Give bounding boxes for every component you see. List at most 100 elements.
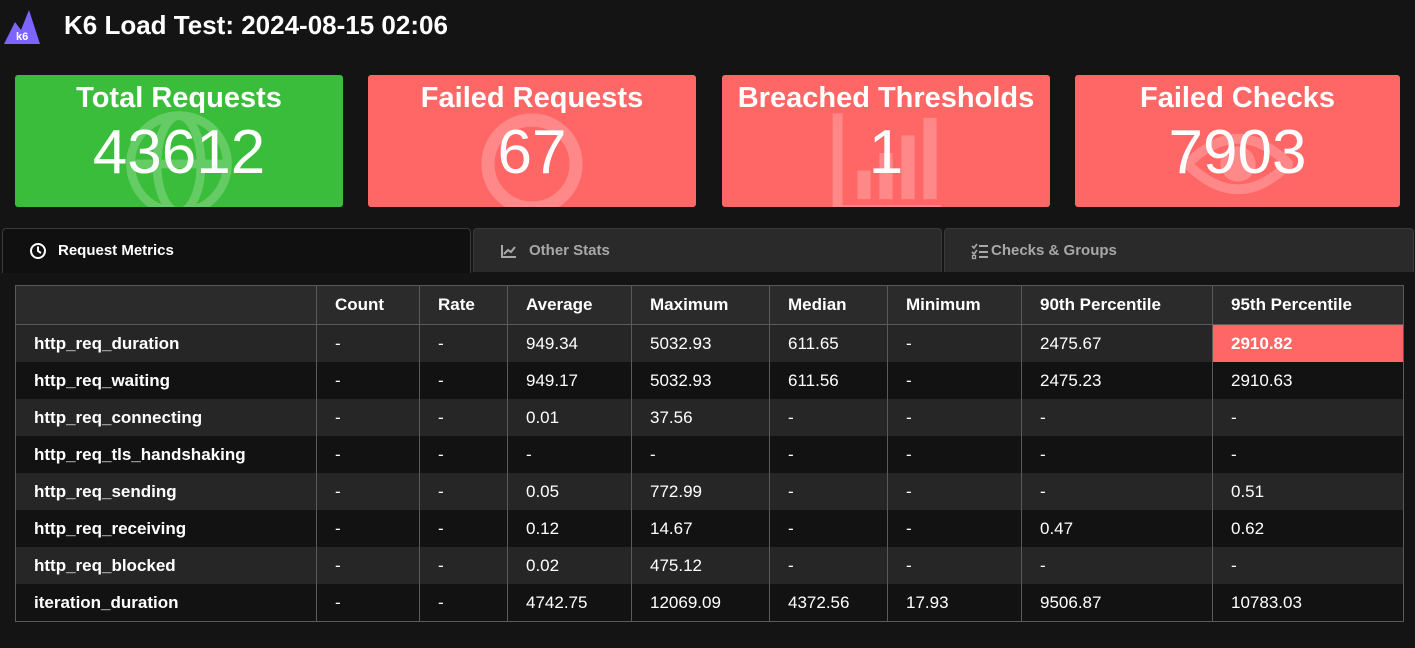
metric-value-cell: - (419, 399, 508, 436)
tab-other-stats[interactable]: Other Stats (473, 228, 942, 272)
metric-value-cell: 611.65 (769, 324, 888, 362)
card-label: Failed Checks (1139, 82, 1336, 114)
page-header: k6 K6 Load Test: 2024-08-15 02:06 (0, 0, 1415, 50)
summary-cards: Total Requests 43612 Failed Requests 67 … (15, 75, 1400, 207)
table-row: http_req_tls_handshaking - - - - - - - - (15, 436, 1404, 473)
failed-checks-card: Failed Checks 7903 (1075, 75, 1400, 207)
column-header: Rate (419, 285, 508, 325)
breached-thresholds-card: Breached Thresholds 1 (722, 75, 1050, 207)
metric-value-cell: - (1021, 547, 1213, 584)
metric-name-cell: http_req_connecting (15, 399, 317, 436)
total-requests-card: Total Requests 43612 (15, 75, 343, 207)
line-chart-icon (501, 245, 516, 258)
metric-value-cell: - (1021, 399, 1213, 436)
tab-request-metrics[interactable]: Request Metrics (2, 228, 471, 273)
table-header-row: Count Rate Average Maximum Median Minimu… (15, 285, 1404, 325)
metric-value-cell: 2910.63 (1212, 362, 1404, 399)
tab-checks-groups[interactable]: Checks & Groups (944, 228, 1414, 272)
k6-logo-icon: k6 (4, 10, 40, 44)
table-row: http_req_duration - -949.34 5032.93 611.65-2… (15, 324, 1404, 362)
table-row: iteration_duration - -4742.75 12069.09 4372.… (15, 584, 1404, 622)
metric-value-cell: 4742.75 (507, 584, 632, 622)
column-header (15, 285, 317, 325)
clock-icon (30, 243, 46, 259)
metric-value-cell: - (887, 510, 1022, 547)
metric-name-cell: http_req_sending (15, 473, 317, 510)
metric-value-cell: 0.12 (507, 510, 632, 547)
metric-name-cell: http_req_blocked (15, 547, 317, 584)
request-metrics-panel: Count Rate Average Maximum Median Minimu… (15, 285, 1404, 622)
tab-label: Checks & Groups (991, 242, 1117, 259)
column-header: Minimum (887, 285, 1022, 325)
metric-value-cell: 949.34 (507, 324, 632, 362)
card-label: Breached Thresholds (737, 82, 1035, 114)
metric-value-cell: - (316, 473, 420, 510)
table-row: http_req_blocked - -0.02 475.12- - - - (15, 547, 1404, 584)
metric-value-cell: 14.67 (631, 510, 770, 547)
card-label: Total Requests (76, 82, 282, 114)
card-value: 67 (497, 118, 567, 187)
metric-name-cell: iteration_duration (15, 584, 317, 622)
metric-value-cell: - (1021, 436, 1213, 473)
metric-name-cell: http_req_waiting (15, 362, 317, 399)
metric-value-cell: - (316, 324, 420, 362)
table-row: http_req_connecting - -0.01 37.56- - - - (15, 399, 1404, 436)
metric-value-cell: - (1212, 436, 1404, 473)
metric-value-cell: - (769, 547, 888, 584)
table-row: http_req_waiting - -949.17 5032.93 611.56-24… (15, 362, 1404, 399)
table-row: http_req_receiving - -0.12 14.67- -0.47 0.62 (15, 510, 1404, 547)
metric-value-cell: - (419, 473, 508, 510)
metric-name-cell: http_req_receiving (15, 510, 317, 547)
metric-value-cell: - (316, 510, 420, 547)
metric-value-cell: - (316, 362, 420, 399)
metric-value-cell: - (887, 324, 1022, 362)
metric-value-cell: - (769, 473, 888, 510)
metric-value-cell: - (887, 547, 1022, 584)
metric-value-cell: 4372.56 (769, 584, 888, 622)
metric-value-cell: - (316, 436, 420, 473)
column-header: Maximum (631, 285, 770, 325)
page-title: K6 Load Test: 2024-08-15 02:06 (64, 10, 448, 40)
metric-value-cell: - (631, 436, 770, 473)
column-header: Median (769, 285, 888, 325)
metric-value-cell: 475.12 (631, 547, 770, 584)
metric-value-cell: - (1021, 473, 1213, 510)
metric-name-cell: http_req_duration (15, 324, 317, 362)
metric-value-cell: 2475.67 (1021, 324, 1213, 362)
request-metrics-table: Count Rate Average Maximum Median Minimu… (15, 285, 1404, 622)
metric-value-cell: 0.51 (1212, 473, 1404, 510)
svg-text:k6: k6 (16, 31, 28, 43)
metric-value-cell: - (1212, 399, 1404, 436)
card-value: 43612 (92, 118, 266, 187)
metric-value-cell: - (769, 436, 888, 473)
metric-value-cell: 10783.03 (1212, 584, 1404, 622)
table-row: http_req_sending - -0.05 772.99- - -0.51 (15, 473, 1404, 510)
metric-value-cell: 611.56 (769, 362, 888, 399)
column-header: Count (316, 285, 420, 325)
metric-value-cell: - (1212, 547, 1404, 584)
checklist-icon (971, 243, 988, 260)
metric-value-cell: 0.02 (507, 547, 632, 584)
metric-value-cell: 12069.09 (631, 584, 770, 622)
metric-value-cell: - (887, 473, 1022, 510)
breached-threshold-cell: 2910.82 (1212, 324, 1404, 362)
failed-requests-card: Failed Requests 67 (368, 75, 696, 207)
card-value: 1 (868, 118, 904, 187)
metric-value-cell: 5032.93 (631, 324, 770, 362)
metric-value-cell: 5032.93 (631, 362, 770, 399)
metric-value-cell: - (887, 436, 1022, 473)
metric-value-cell: - (769, 510, 888, 547)
metric-value-cell: - (419, 362, 508, 399)
column-header: 90th Percentile (1021, 285, 1213, 325)
metric-value-cell: - (887, 399, 1022, 436)
metric-name-cell: http_req_tls_handshaking (15, 436, 317, 473)
metric-value-cell: - (419, 584, 508, 622)
metric-value-cell: - (769, 399, 888, 436)
card-label: Failed Requests (420, 82, 644, 114)
metric-value-cell: 0.47 (1021, 510, 1213, 547)
tab-label: Request Metrics (58, 242, 174, 259)
metric-value-cell: - (419, 510, 508, 547)
metric-value-cell: 0.62 (1212, 510, 1404, 547)
metric-value-cell: - (507, 436, 632, 473)
metric-value-cell: 9506.87 (1021, 584, 1213, 622)
